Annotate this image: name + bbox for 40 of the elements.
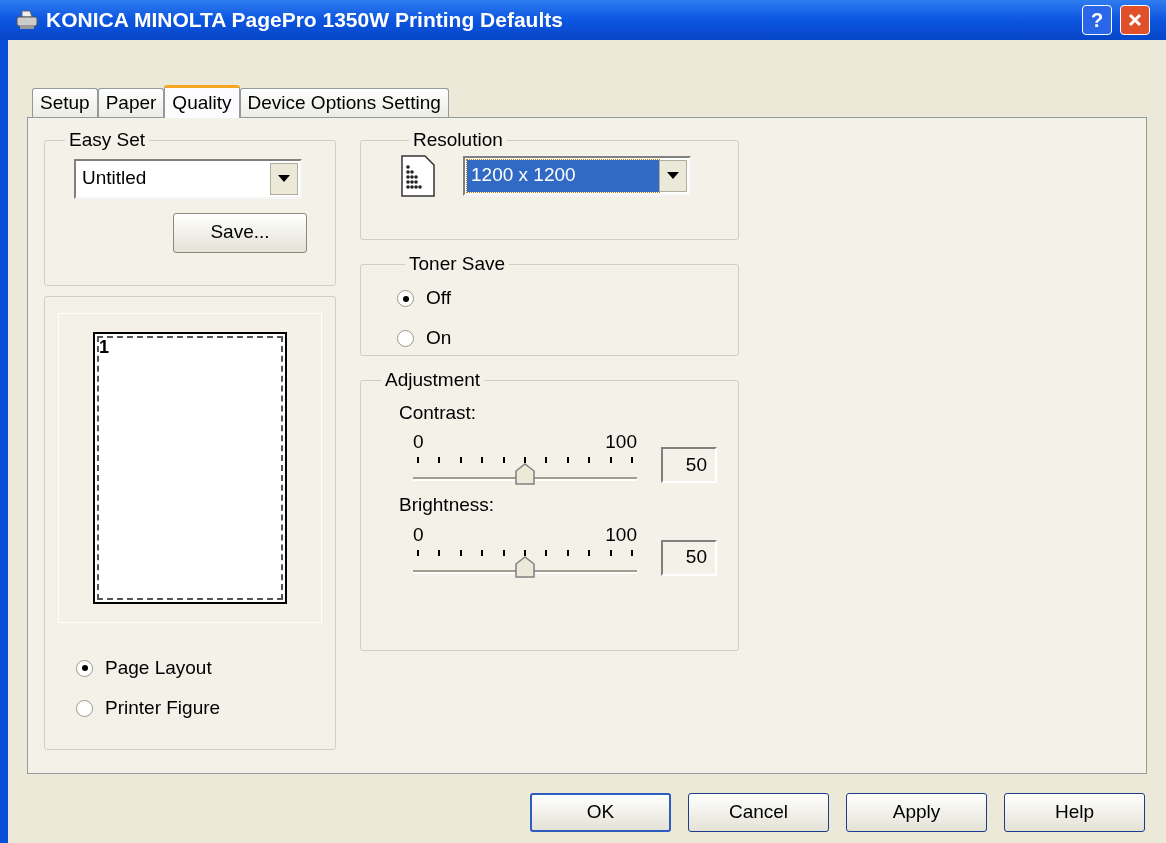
slider-thumb[interactable] xyxy=(514,463,536,485)
scale-min: 0 xyxy=(413,431,424,453)
scale-max: 100 xyxy=(605,523,637,546)
save-button[interactable]: Save... xyxy=(173,212,307,253)
radio-button[interactable] xyxy=(397,290,414,307)
dialog-button[interactable]: Cancel xyxy=(688,793,829,832)
radio-label[interactable]: Off xyxy=(426,284,451,313)
radio-label[interactable]: Printer Figure xyxy=(105,693,221,723)
tab[interactable]: Device Options Setting xyxy=(239,88,449,117)
group-title: Resolution xyxy=(412,128,504,152)
group-title: Toner Save xyxy=(408,252,507,276)
window-title: KONICA MINOLTA PagePro 1350W Printing Defaults xyxy=(46,7,564,34)
page-number: 1 xyxy=(99,338,109,356)
value-box: 50 xyxy=(661,447,717,483)
group-title: Adjustment xyxy=(384,368,482,392)
scale-min: 0 xyxy=(413,523,424,546)
document-icon xyxy=(401,154,435,197)
printer-icon xyxy=(16,10,38,30)
dropdown[interactable]: Untitled xyxy=(74,158,302,199)
dialog-button[interactable]: OK xyxy=(530,793,671,832)
close-button[interactable] xyxy=(1120,5,1150,35)
radio-button[interactable] xyxy=(76,659,93,677)
tab[interactable]: Quality xyxy=(164,85,240,118)
tab[interactable]: Paper xyxy=(97,88,165,117)
radio-button[interactable] xyxy=(397,330,414,347)
slider-thumb[interactable] xyxy=(514,555,536,578)
slider-label: Contrast: xyxy=(399,400,478,425)
tab[interactable]: Setup xyxy=(32,88,98,117)
dialog-button[interactable]: Help xyxy=(1004,793,1145,832)
slider-label: Brightness: xyxy=(399,493,496,517)
dropdown[interactable]: 1200 x 1200 xyxy=(463,155,691,196)
value-box: 50 xyxy=(661,539,717,576)
radio-label[interactable]: Page Layout xyxy=(105,653,212,683)
radio-button[interactable] xyxy=(76,699,93,717)
group-title: Easy Set xyxy=(68,128,147,152)
scale-max: 100 xyxy=(605,431,637,453)
close-icon[interactable] xyxy=(1128,13,1142,27)
help-button[interactable]: ? xyxy=(1082,5,1112,35)
dialog-button[interactable]: Apply xyxy=(846,793,987,832)
radio-label[interactable]: On xyxy=(426,324,452,353)
